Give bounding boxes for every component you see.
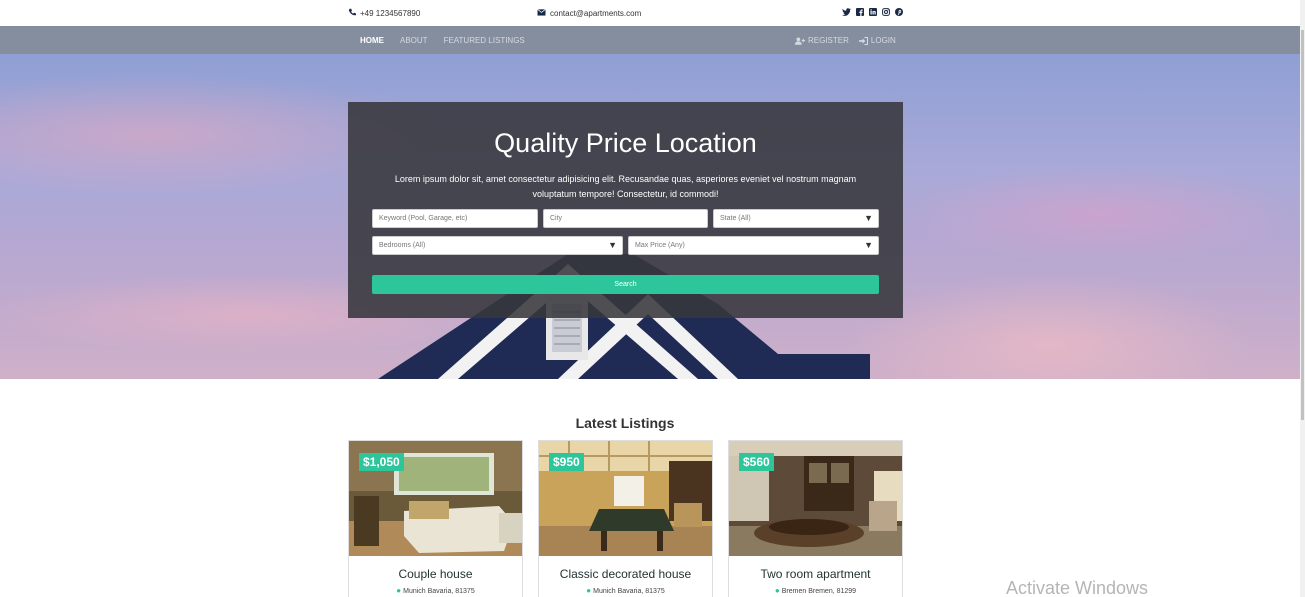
email-contact: contact@apartments.com bbox=[537, 8, 641, 18]
auth-links: REGISTER LOGIN bbox=[795, 36, 896, 45]
scrollbar-thumb[interactable] bbox=[1301, 30, 1304, 420]
listing-location-text: Munich Bavaria, 81375 bbox=[403, 588, 475, 595]
twitter-icon[interactable] bbox=[842, 7, 851, 16]
map-marker-icon: ● bbox=[774, 586, 780, 595]
topbar: +49 1234567890 contact@apartments.com bbox=[0, 0, 1305, 26]
envelope-icon bbox=[537, 8, 546, 18]
listing-price: $1,050 bbox=[359, 453, 404, 471]
listing-card[interactable]: $1,050 Couple house ● Munich Bavaria, 813… bbox=[348, 440, 523, 597]
linkedin-icon[interactable] bbox=[868, 7, 877, 16]
max-price-select-value: Max Price (Any) bbox=[635, 242, 685, 249]
search-button[interactable]: Search bbox=[372, 275, 879, 294]
bedrooms-select[interactable]: Bedrooms (All) ▼ bbox=[372, 236, 623, 255]
login-link[interactable]: LOGIN bbox=[858, 36, 896, 45]
keyword-input[interactable]: Keyword (Pool, Garage, etc) bbox=[372, 209, 538, 228]
instagram-icon[interactable] bbox=[881, 7, 890, 16]
caret-down-icon: ▼ bbox=[864, 240, 873, 250]
phone-icon bbox=[348, 8, 356, 18]
pinterest-icon[interactable] bbox=[894, 7, 903, 16]
login-label: LOGIN bbox=[870, 36, 896, 45]
register-link[interactable]: REGISTER bbox=[795, 36, 849, 45]
listing-title[interactable]: Couple house bbox=[349, 567, 522, 581]
map-marker-icon: ● bbox=[586, 586, 592, 595]
hero-description: Lorem ipsum dolor sit, amet consectetur … bbox=[394, 174, 857, 199]
user-plus-icon bbox=[795, 37, 805, 45]
nav-about[interactable]: ABOUT bbox=[400, 36, 428, 45]
email-address: contact@apartments.com bbox=[550, 8, 642, 18]
listing-price: $950 bbox=[549, 453, 584, 471]
phone-contact: +49 1234567890 bbox=[348, 8, 420, 18]
facebook-icon[interactable] bbox=[855, 7, 864, 16]
city-input[interactable]: City bbox=[543, 209, 708, 228]
listing-title[interactable]: Two room apartment bbox=[729, 567, 902, 581]
map-marker-icon: ● bbox=[396, 586, 402, 595]
listing-location: ● Munich Bavaria, 81375 bbox=[349, 586, 522, 595]
listing-card[interactable]: $560 Two room apartment ● Bremen Bremen, … bbox=[728, 440, 903, 597]
phone-number: +49 1234567890 bbox=[360, 8, 421, 18]
page-scrollbar[interactable] bbox=[1300, 0, 1305, 597]
register-label: REGISTER bbox=[808, 36, 849, 45]
activate-windows-watermark: Activate Windows bbox=[1006, 578, 1149, 597]
caret-down-icon: ▼ bbox=[608, 240, 617, 250]
sign-in-icon bbox=[858, 36, 868, 45]
bedrooms-select-value: Bedrooms (All) bbox=[379, 242, 426, 249]
listing-title[interactable]: Classic decorated house bbox=[539, 567, 712, 581]
social-links bbox=[842, 7, 903, 16]
main-navbar: HOME ABOUT FEATURED LISTINGS REGISTER LO… bbox=[0, 26, 1300, 54]
latest-listings-title: Latest Listings bbox=[575, 415, 675, 431]
state-select[interactable]: State (All) ▼ bbox=[713, 209, 879, 228]
nav-home[interactable]: HOME bbox=[360, 36, 384, 45]
max-price-select[interactable]: Max Price (Any) ▼ bbox=[628, 236, 879, 255]
listing-location-text: Bremen Bremen, 81299 bbox=[781, 588, 857, 595]
state-select-value: State (All) bbox=[720, 215, 751, 222]
listing-price: $560 bbox=[739, 453, 774, 471]
nav-links: HOME ABOUT FEATURED LISTINGS bbox=[360, 36, 541, 45]
nav-featured-listings[interactable]: FEATURED LISTINGS bbox=[444, 36, 525, 45]
listing-location: ● Bremen Bremen, 81299 bbox=[729, 586, 902, 595]
caret-down-icon: ▼ bbox=[864, 213, 873, 223]
listing-location: ● Munich Bavaria, 81375 bbox=[539, 586, 712, 595]
listing-card[interactable]: $950 Classic decorated house ● Munich Bav… bbox=[538, 440, 713, 597]
listing-location-text: Munich Bavaria, 81375 bbox=[593, 588, 665, 595]
hero-title: Quality Price Location bbox=[494, 128, 757, 158]
